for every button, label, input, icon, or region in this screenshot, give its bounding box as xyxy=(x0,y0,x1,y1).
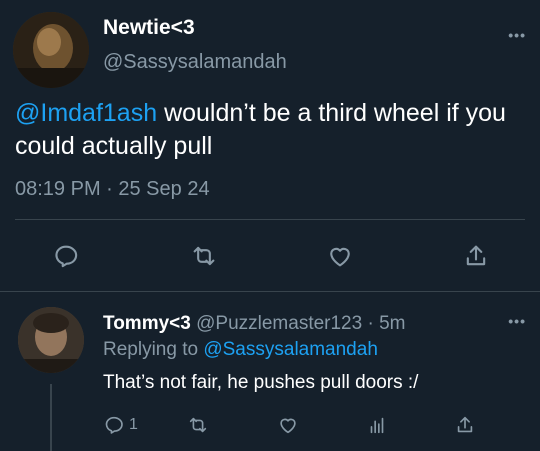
replying-to-link[interactable]: @Sassysalamandah xyxy=(203,339,378,360)
reply-button[interactable] xyxy=(48,238,84,274)
tweet-timestamp[interactable]: 08:19 PM · 25 Sep 24 xyxy=(15,178,210,201)
reply-handle-time[interactable]: @Puzzlemaster123 · 5m xyxy=(191,313,405,334)
reply-reply-button[interactable]: 1 xyxy=(103,410,138,440)
retweet-icon xyxy=(193,246,215,266)
reply-count: 1 xyxy=(129,416,138,433)
reply-avatar[interactable] xyxy=(18,307,84,373)
reply-retweet-button[interactable] xyxy=(187,410,209,440)
reply-actions: 1 xyxy=(0,410,540,440)
analytics-icon xyxy=(370,417,384,434)
reply-like-button[interactable] xyxy=(277,410,299,440)
replying-prefix: Replying to xyxy=(103,339,204,360)
tweet-thread: Newtie<3 @Sassysalamandah ••• @Imdaf1ash… xyxy=(0,0,540,451)
like-button[interactable] xyxy=(322,238,358,274)
divider xyxy=(15,219,525,220)
avatar-photo xyxy=(18,307,84,373)
share-button[interactable] xyxy=(458,238,494,274)
replying-to: Replying to @Sassysalamandah xyxy=(103,339,378,361)
reply-icon xyxy=(55,245,78,268)
avatar[interactable] xyxy=(13,12,89,88)
reply-text: That’s not fair, he pushes pull doors :/ xyxy=(103,372,419,393)
mention-link[interactable]: @Imdaf1ash xyxy=(15,99,157,127)
reply-header: Tommy<3 @Puzzlemaster123 · 5m xyxy=(103,313,405,335)
heart-icon xyxy=(330,247,350,267)
reply-display-name[interactable]: Tommy<3 xyxy=(103,313,191,334)
share-icon xyxy=(457,416,473,433)
reply-icon xyxy=(105,416,123,434)
reply-more-options-button[interactable]: ••• xyxy=(508,314,526,328)
divider xyxy=(0,291,540,292)
reply-share-button[interactable] xyxy=(454,410,476,440)
user-handle[interactable]: @Sassysalamandah xyxy=(103,51,287,74)
reply-analytics-button[interactable] xyxy=(366,410,388,440)
retweet-icon xyxy=(189,417,207,433)
tweet-actions xyxy=(0,238,540,274)
heart-icon xyxy=(280,418,296,434)
avatar-photo xyxy=(13,12,89,88)
retweet-button[interactable] xyxy=(186,238,222,274)
share-icon xyxy=(466,245,486,266)
display-name[interactable]: Newtie<3 xyxy=(103,16,195,40)
more-options-button[interactable]: ••• xyxy=(508,28,526,42)
tweet-text: @Imdaf1ash wouldn’t be a third wheel if … xyxy=(15,97,525,163)
